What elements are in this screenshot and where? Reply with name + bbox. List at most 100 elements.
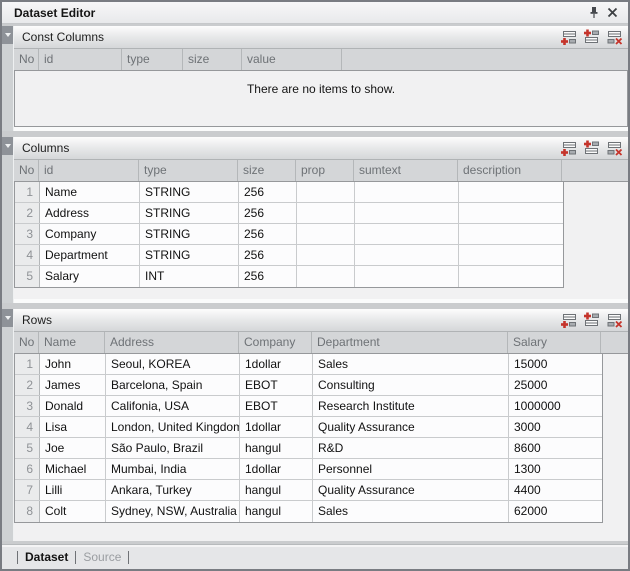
row-number[interactable]: 5 xyxy=(15,438,40,458)
cell[interactable]: Salary xyxy=(40,266,140,287)
delete-row-button[interactable] xyxy=(606,29,623,45)
cell[interactable]: Quality Assurance xyxy=(313,417,509,437)
row-number[interactable]: 1 xyxy=(15,354,40,374)
table-row[interactable]: 1 John Seoul, KOREA 1dollar Sales 15000 xyxy=(15,354,602,375)
cell[interactable]: INT xyxy=(140,266,239,287)
insert-row-button[interactable] xyxy=(583,29,600,45)
cell[interactable]: 1dollar xyxy=(240,354,313,374)
cell[interactable]: Consulting xyxy=(313,375,509,395)
cell[interactable]: São Paulo, Brazil xyxy=(106,438,240,458)
cell[interactable]: Califonia, USA xyxy=(106,396,240,416)
cell[interactable]: 256 xyxy=(239,182,297,202)
cell[interactable]: Colt xyxy=(40,501,106,522)
cell[interactable]: 1000000 xyxy=(509,396,602,416)
cell[interactable]: EBOT xyxy=(240,375,313,395)
cell[interactable]: 1dollar xyxy=(240,459,313,479)
cell[interactable]: 1300 xyxy=(509,459,602,479)
cell[interactable] xyxy=(459,203,563,223)
add-row-button[interactable] xyxy=(560,312,577,328)
cell[interactable] xyxy=(459,266,563,287)
table-row[interactable]: 4 Lisa London, United Kingdom 1dollar Qu… xyxy=(15,417,602,438)
cell[interactable]: Sales xyxy=(313,354,509,374)
row-number[interactable]: 3 xyxy=(15,224,40,244)
cell[interactable]: Donald xyxy=(40,396,106,416)
cell[interactable]: London, United Kingdom xyxy=(106,417,240,437)
cell[interactable] xyxy=(459,245,563,265)
cell[interactable] xyxy=(297,266,355,287)
cell[interactable]: hangul xyxy=(240,501,313,522)
cell[interactable]: Research Institute xyxy=(313,396,509,416)
cell[interactable] xyxy=(297,224,355,244)
table-row[interactable]: 3 Company STRING 256 xyxy=(15,224,563,245)
cell[interactable]: 1dollar xyxy=(240,417,313,437)
cell[interactable] xyxy=(355,266,459,287)
insert-row-button[interactable] xyxy=(583,140,600,156)
add-row-button[interactable] xyxy=(560,29,577,45)
cell[interactable]: Barcelona, Spain xyxy=(106,375,240,395)
cell[interactable]: STRING xyxy=(140,224,239,244)
cell[interactable]: 8600 xyxy=(509,438,602,458)
delete-row-button[interactable] xyxy=(606,312,623,328)
cell[interactable] xyxy=(355,224,459,244)
table-row[interactable]: 3 Donald Califonia, USA EBOT Research In… xyxy=(15,396,602,417)
cell[interactable]: 256 xyxy=(239,224,297,244)
insert-row-button[interactable] xyxy=(583,312,600,328)
cell[interactable]: Lilli xyxy=(40,480,106,500)
cell[interactable]: Sales xyxy=(313,501,509,522)
cell[interactable] xyxy=(297,203,355,223)
table-row[interactable]: 1 Name STRING 256 xyxy=(15,182,563,203)
cell[interactable]: Seoul, KOREA xyxy=(106,354,240,374)
row-number[interactable]: 2 xyxy=(15,203,40,223)
cell[interactable] xyxy=(355,182,459,202)
collapse-button[interactable] xyxy=(2,137,13,155)
cell[interactable]: Name xyxy=(40,182,140,202)
cell[interactable]: Joe xyxy=(40,438,106,458)
cell[interactable]: Michael xyxy=(40,459,106,479)
collapse-button[interactable] xyxy=(2,26,13,44)
tab-dataset[interactable]: Dataset xyxy=(25,550,68,564)
tab-source[interactable]: Source xyxy=(83,550,121,564)
cell[interactable]: STRING xyxy=(140,182,239,202)
cell[interactable] xyxy=(355,203,459,223)
cell[interactable]: STRING xyxy=(140,203,239,223)
cell[interactable]: 3000 xyxy=(509,417,602,437)
row-number[interactable]: 3 xyxy=(15,396,40,416)
cell[interactable] xyxy=(297,245,355,265)
cell[interactable]: Quality Assurance xyxy=(313,480,509,500)
cell[interactable] xyxy=(355,245,459,265)
pin-button[interactable] xyxy=(585,5,603,21)
cell[interactable] xyxy=(459,182,563,202)
row-number[interactable]: 2 xyxy=(15,375,40,395)
cell[interactable]: 256 xyxy=(239,266,297,287)
cell[interactable]: STRING xyxy=(140,245,239,265)
cell[interactable]: 256 xyxy=(239,245,297,265)
row-number[interactable]: 4 xyxy=(15,417,40,437)
cell[interactable] xyxy=(297,182,355,202)
cell[interactable]: Personnel xyxy=(313,459,509,479)
add-row-button[interactable] xyxy=(560,140,577,156)
cell[interactable]: Department xyxy=(40,245,140,265)
cell[interactable]: 62000 xyxy=(509,501,602,522)
table-row[interactable]: 6 Michael Mumbai, India 1dollar Personne… xyxy=(15,459,602,480)
collapse-button[interactable] xyxy=(2,309,13,327)
cell[interactable]: hangul xyxy=(240,438,313,458)
cell[interactable]: R&D xyxy=(313,438,509,458)
close-button[interactable] xyxy=(603,5,621,21)
delete-row-button[interactable] xyxy=(606,140,623,156)
cell[interactable]: 256 xyxy=(239,203,297,223)
cell[interactable]: Address xyxy=(40,203,140,223)
cell[interactable]: John xyxy=(40,354,106,374)
row-number[interactable]: 5 xyxy=(15,266,40,287)
cell[interactable]: EBOT xyxy=(240,396,313,416)
cell[interactable] xyxy=(459,224,563,244)
cell[interactable]: 4400 xyxy=(509,480,602,500)
row-number[interactable]: 8 xyxy=(15,501,40,522)
table-row[interactable]: 5 Joe São Paulo, Brazil hangul R&D 8600 xyxy=(15,438,602,459)
row-number[interactable]: 6 xyxy=(15,459,40,479)
cell[interactable]: Ankara, Turkey xyxy=(106,480,240,500)
row-number[interactable]: 4 xyxy=(15,245,40,265)
cell[interactable]: 25000 xyxy=(509,375,602,395)
table-row[interactable]: 5 Salary INT 256 xyxy=(15,266,563,287)
row-number[interactable]: 7 xyxy=(15,480,40,500)
cell[interactable]: Mumbai, India xyxy=(106,459,240,479)
